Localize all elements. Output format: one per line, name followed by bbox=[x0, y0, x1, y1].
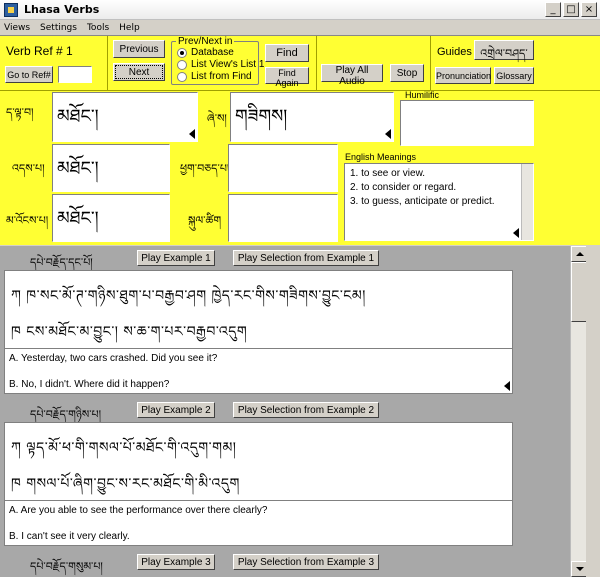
scroll-thumb[interactable] bbox=[571, 262, 587, 322]
meanings-scrollbar[interactable] bbox=[521, 164, 533, 240]
example-3-title: དཔེ་བརྗོད་གསུམ་པ། bbox=[30, 560, 103, 573]
example-2-header: དཔེ་བརྗོད་གཉིས་པ། Play Example 2 Play Se… bbox=[0, 398, 570, 421]
present-field[interactable]: མཐོང་། bbox=[52, 92, 198, 142]
maximize-button[interactable]: □ bbox=[563, 2, 579, 17]
menu-help[interactable]: Help bbox=[119, 23, 140, 33]
menu-settings[interactable]: Settings bbox=[40, 23, 77, 33]
play-selection-example-1-button[interactable]: Play Selection from Example 1 bbox=[233, 250, 379, 266]
example-1-english-a: A. Yesterday, two cars crashed. Did you … bbox=[9, 353, 218, 364]
english-meanings-list: 1. to see or view. 2. to consider or reg… bbox=[350, 167, 495, 209]
play-selection-example-3-button[interactable]: Play Selection from Example 3 bbox=[233, 554, 379, 570]
future-label: མ་འོངས་པ། bbox=[6, 214, 49, 227]
play-all-audio-button[interactable]: Play All Audio bbox=[321, 64, 383, 87]
prevnext-group-title: Prev/Next in bbox=[176, 36, 235, 47]
command-field[interactable] bbox=[228, 194, 338, 242]
example-1-english-b: B. No, I didn't. Where did it happen? bbox=[9, 379, 170, 390]
menu-tools[interactable]: Tools bbox=[87, 23, 109, 33]
verb-panel: Verb Ref # 1 Go to Ref# Previous Next Pr… bbox=[0, 35, 600, 245]
play-selection-example-2-button[interactable]: Play Selection from Example 2 bbox=[233, 402, 379, 418]
goto-ref-input[interactable] bbox=[58, 66, 92, 83]
imperative-label: ཕྱག་བཅད་པ། bbox=[180, 162, 230, 175]
example-2-english-b: B. I can't see it very clearly. bbox=[9, 531, 130, 542]
examples-scrollbar[interactable] bbox=[570, 246, 587, 577]
window-title: Lhasa Verbs bbox=[24, 3, 100, 16]
radio-list-view-dot[interactable] bbox=[177, 59, 187, 70]
past-label: འདས་པ། bbox=[12, 162, 45, 175]
english-meanings-label: English Meanings bbox=[345, 152, 417, 162]
right-gutter bbox=[586, 246, 600, 577]
examples-pane: དཔེ་བརྗོད་དང་པོ། Play Example 1 Play Sel… bbox=[0, 246, 570, 577]
past-value: མཐོང་། bbox=[57, 158, 99, 179]
play-arrow-icon[interactable] bbox=[385, 129, 391, 139]
play-example-2-button[interactable]: Play Example 2 bbox=[137, 402, 215, 418]
english-meaning-item: 2. to consider or regard. bbox=[350, 182, 457, 193]
stop-button[interactable]: Stop bbox=[390, 64, 424, 82]
english-meaning-item: 3. to guess, anticipate or predict. bbox=[350, 196, 495, 207]
example-3-header: དཔེ་བརྗོད་གསུམ་པ། Play Example 3 Play Se… bbox=[0, 550, 570, 573]
humilific-field[interactable] bbox=[400, 100, 534, 146]
pronunciation-button[interactable]: Pronunciation bbox=[435, 67, 491, 84]
find-again-button[interactable]: Find Again bbox=[265, 67, 309, 88]
imperative-field[interactable] bbox=[228, 144, 338, 192]
english-meanings-field[interactable]: 1. to see or view. 2. to consider or reg… bbox=[344, 163, 534, 241]
example-1-header: དཔེ་བརྗོད་དང་པོ། Play Example 1 Play Sel… bbox=[0, 246, 570, 269]
play-arrow-icon[interactable] bbox=[513, 228, 519, 238]
example-2-english-a: A. Are you able to see the performance o… bbox=[9, 505, 268, 516]
previous-button[interactable]: Previous bbox=[113, 40, 165, 58]
example-2-english-box[interactable]: A. Are you able to see the performance o… bbox=[4, 500, 513, 546]
play-example-1-button[interactable]: Play Example 1 bbox=[137, 250, 215, 266]
present-value: མཐོང་། bbox=[57, 106, 99, 127]
menu-bar: Views Settings Tools Help bbox=[0, 20, 600, 35]
future-value: མཐོང་། bbox=[57, 208, 99, 229]
command-label: སྐུལ་ཚིག bbox=[188, 214, 222, 227]
radio-list-from-find[interactable]: List from Find bbox=[177, 71, 252, 82]
play-arrow-icon[interactable] bbox=[189, 129, 195, 139]
find-button[interactable]: Find bbox=[265, 44, 309, 62]
humilific-label: Humilific bbox=[405, 90, 440, 100]
menu-views[interactable]: Views bbox=[4, 23, 30, 33]
close-button[interactable]: × bbox=[581, 2, 597, 17]
radio-database[interactable]: Database bbox=[177, 47, 234, 58]
scroll-down-arrow-icon[interactable] bbox=[571, 561, 587, 577]
title-bar: Lhasa Verbs _ □ × bbox=[0, 0, 600, 20]
guides-label: Guides bbox=[437, 46, 472, 58]
scroll-up-arrow-icon[interactable] bbox=[571, 246, 587, 262]
radio-list-from-find-dot[interactable] bbox=[177, 71, 187, 82]
radio-database-dot[interactable] bbox=[177, 47, 187, 58]
honorific-value: གཟིགས། bbox=[235, 106, 288, 127]
honorific-field[interactable]: གཟིགས། bbox=[230, 92, 394, 142]
app-icon bbox=[4, 2, 18, 17]
example-1-english-box[interactable]: A. Yesterday, two cars crashed. Did you … bbox=[4, 348, 513, 394]
app-window: Lhasa Verbs _ □ × Views Settings Tools H… bbox=[0, 0, 600, 577]
future-field[interactable]: མཐོང་། bbox=[52, 194, 170, 242]
past-field[interactable]: མཐོང་། bbox=[52, 144, 170, 192]
goto-ref-button[interactable]: Go to Ref# bbox=[5, 66, 53, 83]
verb-ref-label: Verb Ref # 1 bbox=[6, 44, 73, 58]
window-controls: _ □ × bbox=[545, 2, 597, 17]
next-button[interactable]: Next bbox=[113, 63, 165, 81]
example-2-tibetan-a: ཀ ལྟད་མོ་ཕ་གི་གསལ་པོ་མཐོང་གི་འདུག་གམ། bbox=[11, 440, 237, 456]
english-meaning-item: 1. to see or view. bbox=[350, 168, 426, 179]
honorific-label: ཞེ་ས། bbox=[207, 112, 227, 125]
play-arrow-icon[interactable] bbox=[504, 381, 510, 391]
example-1-tibetan-a: ཀ ཁ་སང་མོ་ཊ་གཉིས་ཐུག་པ་བརྒྱབ་ཤག ཁྱེད་རང་… bbox=[11, 288, 366, 304]
minimize-button[interactable]: _ bbox=[545, 2, 561, 17]
present-label: ད་ལྟ་བ། bbox=[6, 106, 34, 119]
glossary-button[interactable]: Glossary bbox=[494, 67, 534, 84]
play-example-3-button[interactable]: Play Example 3 bbox=[137, 554, 215, 570]
guides-tibetan-button[interactable]: འགྲེལ་བཤད་ bbox=[474, 40, 534, 60]
radio-list-view[interactable]: List View's List 1 bbox=[177, 59, 264, 70]
